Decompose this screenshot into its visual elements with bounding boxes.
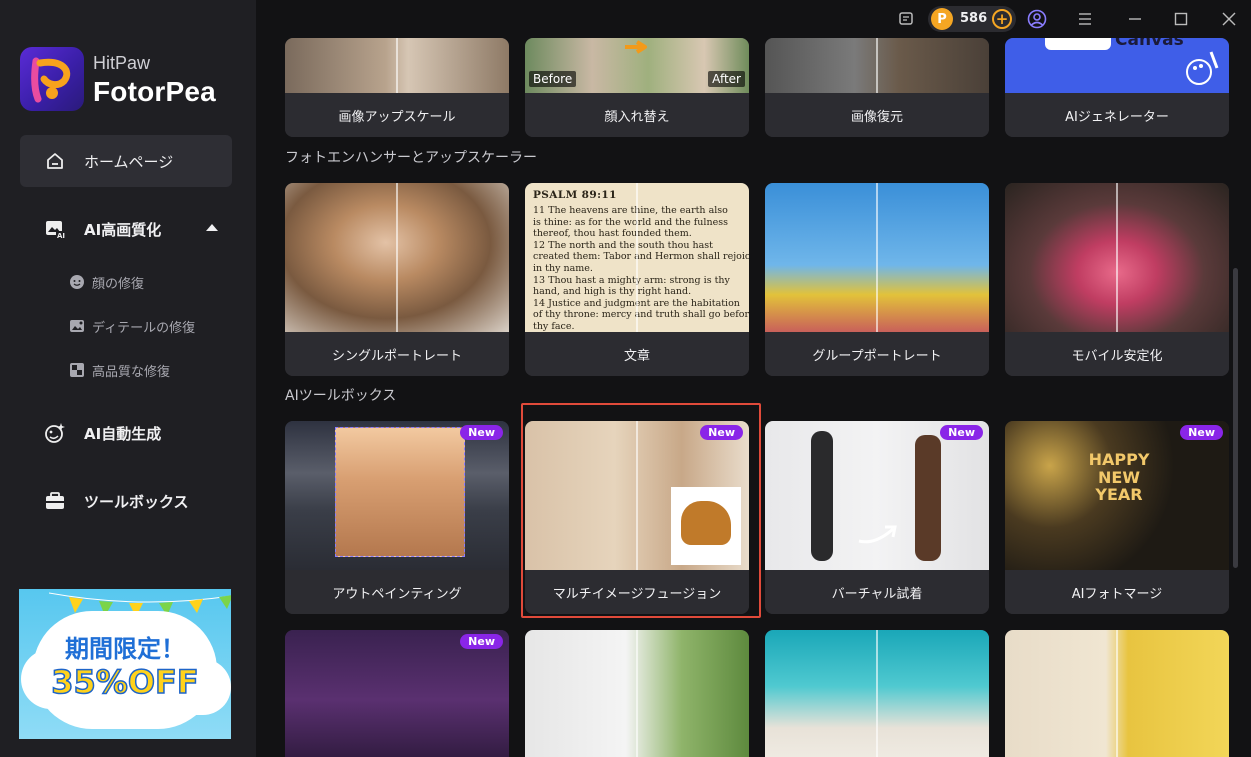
tool-card-row3-3[interactable] [765, 630, 989, 757]
close-icon[interactable] [1218, 8, 1240, 30]
collapse-caret-icon[interactable] [206, 224, 218, 231]
brand-name: FotorPea [93, 76, 216, 107]
card-label: AIフォトマージ [1005, 570, 1229, 614]
coin-balance[interactable]: P 586 + [928, 6, 1016, 32]
tool-card-single-portrait[interactable]: シングルポートレート [285, 183, 509, 376]
ai-generate-icon [44, 422, 66, 444]
menu-icon[interactable] [1074, 8, 1096, 30]
sidebar-subitem-label: ディテールの修復 [92, 320, 196, 336]
message-icon[interactable] [896, 8, 918, 30]
new-badge: New [940, 425, 983, 440]
compare-divider [1116, 630, 1118, 757]
model-before [811, 431, 833, 561]
compare-divider [1116, 183, 1118, 332]
sidebar-item-label: ホームページ [84, 152, 174, 171]
quality-icon [68, 361, 86, 379]
face-icon [68, 273, 86, 291]
tool-card-face-swap[interactable]: Before After 顔入れ替え [525, 38, 749, 137]
new-badge: New [1180, 425, 1223, 440]
sidebar-subitem-label: 高品質な修復 [92, 364, 171, 380]
card-image [285, 630, 509, 757]
sidebar-subitem-detail[interactable]: ディテールの修復 [68, 314, 195, 338]
promo-title: 期間限定！ [65, 635, 185, 663]
compare-divider [636, 183, 638, 332]
coin-count: 586 [960, 11, 988, 26]
maximize-icon[interactable] [1170, 8, 1192, 30]
promo-banner[interactable]: 期間限定！ 35%OFF [19, 589, 231, 739]
card-label: AIジェネレーター [1005, 93, 1229, 137]
card-label: バーチャル試着 [765, 570, 989, 614]
arrow-curve-icon [858, 525, 897, 544]
brand-top: HitPaw [93, 53, 151, 73]
add-coins-button[interactable]: + [992, 9, 1012, 29]
card-label: シングルポートレート [285, 332, 509, 376]
model-after [915, 435, 941, 561]
tool-card-restore[interactable]: 画像復元 [765, 38, 989, 137]
card-label: 画像復元 [765, 93, 989, 137]
sidebar-item-toolbox[interactable]: ツールボックス [20, 475, 232, 527]
minimize-icon[interactable] [1124, 8, 1146, 30]
new-badge: New [460, 425, 503, 440]
sidebar-item-label: ツールボックス [84, 492, 189, 511]
tool-card-ai-generator[interactable]: Canvas AIジェネレーター [1005, 38, 1229, 137]
toolbox-icon [44, 490, 66, 512]
selected-card-highlight [521, 403, 761, 618]
canvas-text: Canvas [1115, 38, 1184, 50]
after-tag: After [708, 71, 745, 87]
image-detail-icon [68, 317, 86, 335]
tool-card-virtual-try-on[interactable]: New バーチャル試着 [765, 421, 989, 614]
tool-card-document[interactable]: PSALM 89:11 11 The heavens are thine, th… [525, 183, 749, 376]
card-label: 文章 [525, 332, 749, 376]
enhance-image-icon: AI [44, 218, 66, 240]
compare-divider [396, 183, 398, 332]
sidebar-item-label: AI高画質化 [84, 220, 162, 239]
happy-new-year-text: HAPPY NEW YEAR [1088, 450, 1150, 505]
card-label: モバイル安定化 [1005, 332, 1229, 376]
sidebar-subitem-face[interactable]: 顔の修復 [68, 270, 144, 294]
card-label: グループポートレート [765, 332, 989, 376]
title-bar: P 586 + [256, 0, 1251, 38]
palette-icon [1186, 51, 1219, 85]
svg-text:AI: AI [57, 232, 65, 240]
arrow-right-icon [625, 40, 647, 54]
card-label: アウトペインティング [285, 570, 509, 614]
canvas-window [1045, 38, 1111, 50]
tool-card-group-portrait[interactable]: グループポートレート [765, 183, 989, 376]
sidebar-subitem-label: 顔の修復 [92, 276, 145, 292]
section-title-enhancer: フォトエンハンサーとアップスケーラー [285, 150, 537, 166]
sidebar-item-ai-generate[interactable]: AI自動生成 [20, 407, 232, 459]
sidebar-item-ai-enhance[interactable]: AI AI高画質化 [20, 203, 232, 255]
main-content: 画像アップスケール Before After 顔入れ替え 画像復元 Canvas… [256, 38, 1240, 757]
tool-card-row3-1[interactable]: New [285, 630, 509, 757]
section-title-toolbox: AIツールボックス [285, 388, 397, 404]
compare-divider [876, 630, 878, 757]
compare-divider [636, 630, 638, 757]
outpaint-frame [335, 427, 465, 557]
sidebar: HitPaw FotorPea ホームページ AI AI高画質化 顔の修復 ディ… [0, 0, 256, 757]
compare-divider [876, 183, 878, 332]
card-label: 画像アップスケール [285, 93, 509, 137]
tool-card-row3-2[interactable] [525, 630, 749, 757]
compare-divider [396, 38, 398, 93]
scrollbar[interactable] [1233, 268, 1238, 568]
tool-card-row3-4[interactable] [1005, 630, 1229, 757]
promo-discount: 35%OFF [50, 662, 199, 702]
compare-divider [876, 38, 878, 93]
home-icon [44, 150, 66, 172]
app-logo [20, 47, 84, 111]
tool-card-ai-photo-merge[interactable]: HAPPY NEW YEAR New AIフォトマージ [1005, 421, 1229, 614]
account-icon[interactable] [1026, 8, 1048, 30]
card-image [765, 421, 989, 570]
sidebar-item-label: AI自動生成 [84, 424, 162, 443]
tool-card-outpainting[interactable]: New アウトペインティング [285, 421, 509, 614]
coin-icon: P [931, 8, 953, 30]
tool-card-mobile-stabilize[interactable]: モバイル安定化 [1005, 183, 1229, 376]
sidebar-subitem-quality[interactable]: 高品質な修復 [68, 358, 170, 382]
before-tag: Before [529, 71, 577, 87]
card-label: 顔入れ替え [525, 93, 749, 137]
new-badge: New [460, 634, 503, 649]
sidebar-item-home[interactable]: ホームページ [20, 135, 232, 187]
tool-card-upscale[interactable]: 画像アップスケール [285, 38, 509, 137]
